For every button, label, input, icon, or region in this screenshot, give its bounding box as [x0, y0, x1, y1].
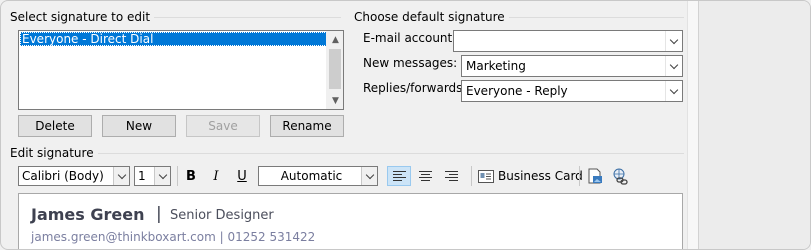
new-button[interactable]: New	[102, 115, 176, 137]
font-size-value: 1	[138, 169, 146, 183]
save-button[interactable]: Save	[186, 115, 260, 137]
replies-forwards-select[interactable]: Everyone - Reply	[461, 80, 683, 102]
signature-list-item[interactable]: Everyone - Direct Dial	[20, 32, 327, 46]
delete-button[interactable]: Delete	[18, 115, 92, 137]
font-value: Calibri (Body)	[22, 169, 104, 183]
dialog-scrollbar[interactable]	[687, 1, 698, 249]
signature-separator: |	[156, 204, 162, 224]
font-color-select[interactable]: Automatic	[258, 166, 378, 186]
chevron-down-icon[interactable]	[665, 81, 682, 101]
align-right-button[interactable]	[439, 166, 463, 186]
email-account-label: E-mail account:	[363, 31, 457, 45]
hyperlink-icon	[613, 168, 628, 185]
underline-button[interactable]: U	[232, 166, 252, 186]
business-card-button[interactable]: Business Card	[478, 166, 583, 186]
replies-forwards-value: Everyone - Reply	[466, 84, 568, 98]
default-signature-group-label: Choose default signature	[354, 10, 509, 24]
align-center-button[interactable]	[413, 166, 437, 186]
right-panel	[698, 1, 810, 249]
align-right-icon	[444, 171, 458, 181]
chevron-down-icon[interactable]	[665, 56, 682, 76]
replies-forwards-label: Replies/forwards:	[363, 81, 467, 95]
signature-editor[interactable]: James Green | Senior Designer james.gree…	[18, 193, 683, 249]
signatures-dialog: Select signature to edit Everyone - Dire…	[0, 0, 811, 250]
scroll-thumb[interactable]	[329, 49, 341, 89]
scroll-down-icon[interactable]: ▼	[327, 92, 344, 109]
signature-title: Senior Designer	[170, 208, 274, 223]
toolbar-separator	[471, 166, 472, 186]
signature-contact: james.green@thinkboxart.com | 01252 5314…	[31, 230, 316, 244]
insert-picture-icon	[588, 168, 602, 183]
italic-button[interactable]: I	[206, 166, 226, 186]
chevron-down-icon[interactable]	[154, 167, 170, 185]
edit-signature-group-label: Edit signature	[10, 146, 98, 160]
signature-name: James Green	[31, 205, 145, 224]
new-messages-label: New messages:	[363, 56, 458, 70]
bold-button[interactable]: B	[181, 166, 201, 186]
signature-list[interactable]: Everyone - Direct Dial ▲ ▼	[18, 30, 344, 110]
align-left-button[interactable]	[387, 166, 411, 186]
email-account-select[interactable]	[453, 30, 683, 52]
insert-hyperlink-button[interactable]	[610, 166, 630, 186]
default-group-divider	[489, 17, 684, 18]
scroll-up-icon[interactable]: ▲	[327, 31, 344, 48]
align-left-icon	[392, 171, 406, 181]
new-messages-select[interactable]: Marketing	[461, 55, 683, 77]
chevron-down-icon[interactable]	[361, 167, 377, 185]
select-signature-group-label: Select signature to edit	[10, 10, 155, 24]
align-center-icon	[418, 171, 432, 181]
business-card-icon	[478, 169, 494, 183]
chevron-down-icon[interactable]	[665, 31, 682, 51]
font-select[interactable]: Calibri (Body)	[18, 166, 130, 186]
toolbar-separator	[177, 166, 178, 186]
chevron-down-icon[interactable]	[113, 167, 129, 185]
select-group-divider	[141, 17, 341, 18]
toolbar-separator	[579, 166, 580, 186]
edit-group-divider	[91, 153, 684, 154]
signature-list-scrollbar[interactable]: ▲ ▼	[326, 31, 343, 109]
business-card-label: Business Card	[498, 169, 583, 183]
font-size-select[interactable]: 1	[134, 166, 171, 186]
rename-button[interactable]: Rename	[270, 115, 344, 137]
insert-picture-button[interactable]	[585, 166, 605, 186]
new-messages-value: Marketing	[466, 59, 526, 73]
font-color-value: Automatic	[280, 169, 343, 183]
